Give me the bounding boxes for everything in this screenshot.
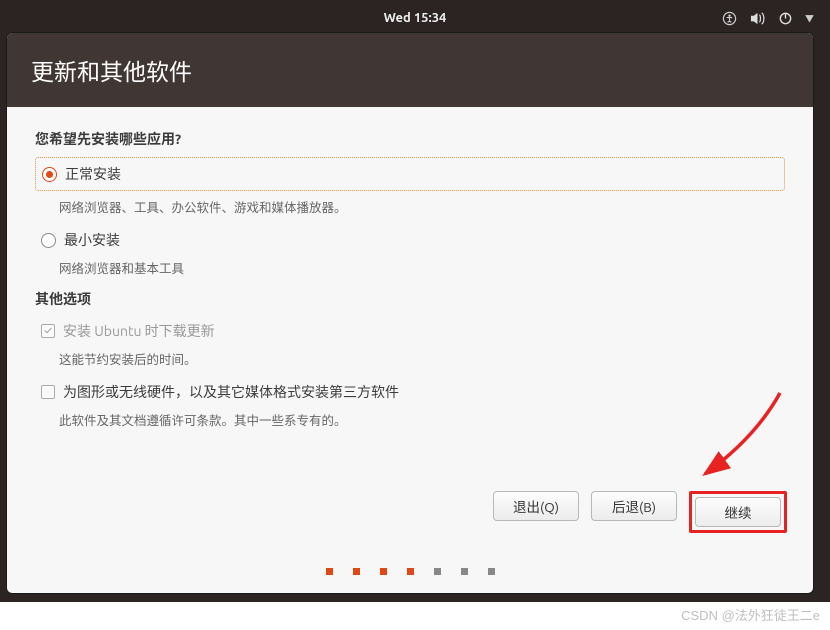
- minimal-install-label: 最小安装: [64, 230, 120, 250]
- installer-window: 更新和其他软件 您希望先安装哪些应用? 正常安装 网络浏览器、工具、办公软件、游…: [6, 32, 814, 594]
- normal-install-label: 正常安装: [65, 164, 121, 184]
- quit-button[interactable]: 退出(Q): [493, 491, 579, 521]
- continue-button[interactable]: 继续: [695, 497, 781, 527]
- normal-install-option[interactable]: 正常安装: [35, 157, 785, 191]
- progress-dot: [326, 568, 333, 575]
- volume-icon[interactable]: [749, 11, 766, 26]
- normal-install-desc: 网络浏览器、工具、办公软件、游戏和媒体播放器。: [59, 197, 785, 216]
- progress-dot: [380, 568, 387, 575]
- progress-dot: [434, 568, 441, 575]
- download-updates-desc: 这能节约安装后的时间。: [59, 349, 785, 368]
- system-topbar: Wed 15:34 ▼: [6, 6, 824, 30]
- third-party-desc: 此软件及其文档遵循许可条款。其中一些系专有的。: [59, 410, 785, 429]
- continue-highlight: 继续: [689, 491, 787, 533]
- download-updates-option: 安装 Ubuntu 时下载更新: [35, 319, 785, 343]
- third-party-option[interactable]: 为图形或无线硬件，以及其它媒体格式安装第三方软件: [35, 380, 785, 404]
- progress-dot: [353, 568, 360, 575]
- installer-header: 更新和其他软件: [7, 33, 813, 107]
- third-party-label: 为图形或无线硬件，以及其它媒体格式安装第三方软件: [63, 382, 399, 402]
- other-options-title: 其他选项: [35, 289, 785, 309]
- checkbox-icon: [41, 324, 55, 338]
- clock: Wed 15:34: [384, 11, 447, 25]
- progress-dot: [488, 568, 495, 575]
- back-button[interactable]: 后退(B): [591, 491, 677, 521]
- radio-icon: [42, 167, 57, 182]
- download-updates-label: 安装 Ubuntu 时下载更新: [63, 321, 215, 341]
- button-row: 退出(Q) 后退(B) 继续: [493, 491, 787, 533]
- progress-dot: [407, 568, 414, 575]
- watermark: CSDN @法外狂徒王二e: [681, 605, 820, 624]
- checkbox-icon: [41, 385, 55, 399]
- progress-dot: [461, 568, 468, 575]
- minimal-install-option[interactable]: 最小安装: [35, 228, 785, 252]
- install-question: 您希望先安装哪些应用?: [35, 129, 785, 149]
- progress-dots: [7, 568, 813, 575]
- page-title: 更新和其他软件: [31, 53, 192, 87]
- minimal-install-desc: 网络浏览器和基本工具: [59, 258, 785, 277]
- power-icon[interactable]: [778, 11, 793, 26]
- dropdown-caret-icon[interactable]: ▼: [805, 12, 814, 25]
- radio-icon: [41, 233, 56, 248]
- accessibility-icon[interactable]: [722, 11, 737, 26]
